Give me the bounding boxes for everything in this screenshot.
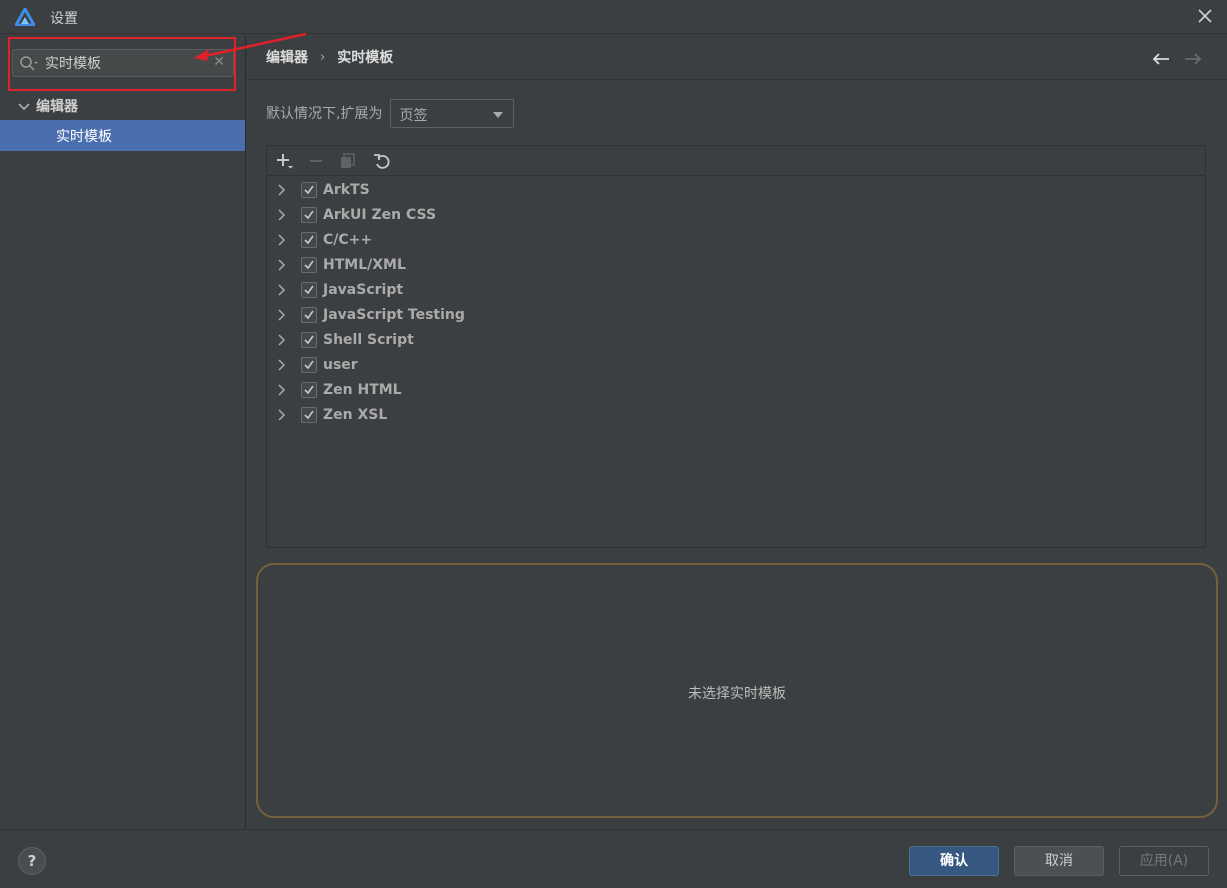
breadcrumb-separator: ›: [320, 49, 326, 65]
tree-item-live-templates[interactable]: 实时模板: [0, 120, 245, 151]
template-group-label: ArkTS: [323, 181, 370, 198]
template-group-label: Zen XSL: [323, 406, 388, 423]
close-icon[interactable]: [1195, 6, 1215, 26]
template-group-row[interactable]: Zen XSL: [267, 402, 1205, 427]
back-arrow-icon[interactable]: [1151, 52, 1171, 66]
templates-toolbar: [267, 146, 1205, 176]
template-group-checkbox[interactable]: [301, 306, 317, 323]
template-group-row[interactable]: ArkTS: [267, 177, 1205, 202]
template-group-row[interactable]: Zen HTML: [267, 377, 1205, 402]
expand-with-label: 默认情况下,扩展为: [266, 106, 383, 122]
checkmark-icon: [304, 335, 314, 344]
template-group-label: ArkUI Zen CSS: [323, 206, 437, 223]
cancel-button[interactable]: 取消: [1014, 846, 1104, 876]
forward-arrow-icon[interactable]: [1183, 52, 1203, 66]
template-group-label: C/C++: [323, 231, 373, 248]
chevron-down-icon[interactable]: [16, 98, 32, 114]
template-group-row[interactable]: Shell Script: [267, 327, 1205, 352]
checkmark-icon: [304, 285, 314, 294]
ok-button[interactable]: 确认: [909, 846, 999, 876]
template-group-label: user: [323, 356, 358, 373]
chevron-right-icon[interactable]: [275, 358, 289, 372]
template-group-row[interactable]: C/C++: [267, 227, 1205, 252]
expand-with-row: 默认情况下,扩展为 页签: [266, 98, 515, 128]
add-icon[interactable]: [276, 153, 294, 169]
template-group-label: JavaScript: [323, 281, 404, 298]
tree-item-label: 实时模板: [56, 128, 112, 145]
settings-sidebar: ✕ 编辑器 实时模板: [0, 35, 246, 829]
checkmark-icon: [304, 235, 314, 244]
chevron-right-icon[interactable]: [275, 408, 289, 422]
template-group-label: Shell Script: [323, 331, 414, 348]
help-button[interactable]: ?: [18, 847, 46, 875]
checkmark-icon: [304, 360, 314, 369]
template-group-row[interactable]: HTML/XML: [267, 252, 1205, 277]
apply-button[interactable]: 应用(A): [1119, 846, 1209, 876]
template-group-row[interactable]: JavaScript: [267, 277, 1205, 302]
template-group-checkbox[interactable]: [301, 256, 317, 273]
checkmark-icon: [304, 260, 314, 269]
template-group-label: Zen HTML: [323, 381, 402, 398]
chevron-right-icon[interactable]: [275, 183, 289, 197]
copy-icon: [341, 153, 355, 168]
breadcrumb: 编辑器 › 实时模板: [247, 35, 1227, 80]
chevron-right-icon[interactable]: [275, 233, 289, 247]
template-group-row[interactable]: ArkUI Zen CSS: [267, 202, 1205, 227]
template-group-row[interactable]: JavaScript Testing: [267, 302, 1205, 327]
chevron-right-icon[interactable]: [275, 333, 289, 347]
expand-with-select[interactable]: 页签: [390, 98, 515, 128]
template-group-label: HTML/XML: [323, 256, 406, 273]
template-group-checkbox[interactable]: [301, 231, 317, 248]
checkmark-icon: [304, 410, 314, 419]
template-group-checkbox[interactable]: [301, 381, 317, 398]
chevron-right-icon[interactable]: [275, 283, 289, 297]
title-bar: 设置: [0, 0, 1227, 34]
no-selection-text: 未选择实时模板: [688, 686, 786, 702]
checkmark-icon: [304, 185, 314, 194]
main-panel: 编辑器 › 实时模板 默认情况下,扩展为 页签 ArkTS ArkUI Zen …: [247, 35, 1227, 829]
template-group-row[interactable]: user: [267, 352, 1205, 377]
template-group-checkbox[interactable]: [301, 181, 317, 198]
template-group-checkbox[interactable]: [301, 331, 317, 348]
templates-list-panel: ArkTS ArkUI Zen CSS C/C++ HTML/XML JavaScrip…: [266, 145, 1206, 548]
breadcrumb-editor[interactable]: 编辑器: [266, 47, 308, 67]
checkmark-icon: [304, 385, 314, 394]
template-detail-panel: 未选择实时模板: [256, 563, 1218, 818]
tree-group-label: 编辑器: [36, 99, 78, 115]
expand-with-value: 页签: [399, 107, 428, 124]
annotation-highlight-box: [8, 37, 236, 91]
template-group-checkbox[interactable]: [301, 356, 317, 373]
chevron-right-icon[interactable]: [275, 383, 289, 397]
tree-group-editor[interactable]: 编辑器: [0, 93, 245, 119]
chevron-right-icon[interactable]: [275, 258, 289, 272]
template-group-label: JavaScript Testing: [323, 306, 465, 323]
template-group-checkbox[interactable]: [301, 206, 317, 223]
checkmark-icon: [304, 310, 314, 319]
template-group-checkbox[interactable]: [301, 281, 317, 298]
chevron-right-icon[interactable]: [275, 208, 289, 222]
app-logo-icon: [15, 8, 35, 26]
remove-icon: [310, 160, 322, 162]
revert-icon[interactable]: [373, 153, 391, 169]
dialog-footer: ? 确认 取消 应用(A): [0, 829, 1227, 888]
checkmark-icon: [304, 210, 314, 219]
breadcrumb-live-templates: 实时模板: [337, 50, 394, 66]
chevron-right-icon[interactable]: [275, 308, 289, 322]
window-title: 设置: [50, 11, 78, 27]
dropdown-arrow-icon: [493, 111, 504, 118]
template-group-checkbox[interactable]: [301, 406, 317, 423]
